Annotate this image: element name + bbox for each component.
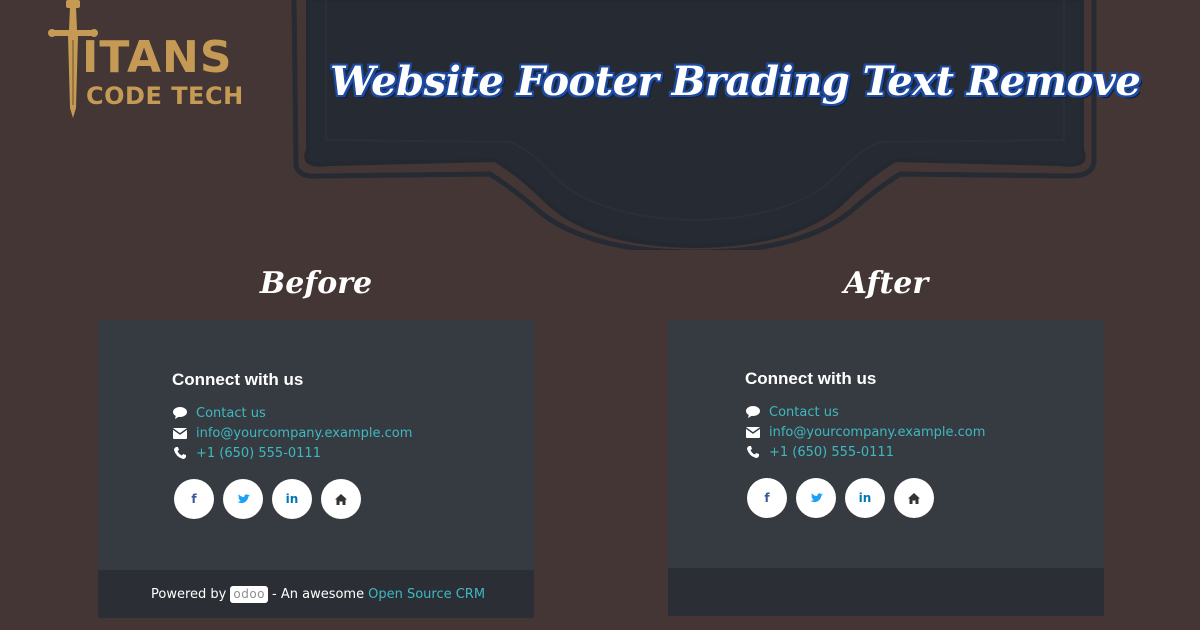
contact-text: Contact us	[769, 404, 839, 420]
home-icon[interactable]	[321, 479, 361, 519]
social-links: f in	[174, 479, 361, 519]
comment-icon	[745, 405, 761, 419]
contact-text: Contact us	[196, 405, 266, 421]
connect-title: Connect with us	[745, 369, 877, 388]
brand-logo: ITANS CODE TECH	[48, 0, 248, 122]
email-text: info@yourcompany.example.com	[196, 425, 413, 441]
home-icon[interactable]	[894, 478, 934, 518]
headline: Website Footer Brading Text Remove	[330, 58, 1141, 105]
twitter-icon[interactable]	[223, 479, 263, 519]
facebook-icon[interactable]: f	[747, 478, 787, 518]
logo-title: ITANS	[82, 32, 233, 83]
powered-by-text: Powered by odoo - An awesome Open Source…	[151, 586, 485, 603]
shield-banner	[291, 0, 1097, 250]
odoo-logo[interactable]: odoo	[230, 586, 269, 603]
email-text: info@yourcompany.example.com	[769, 424, 986, 440]
after-footer-panel: Connect with us Contact us info@yourcomp…	[668, 320, 1104, 616]
contact-us-link[interactable]: Contact us	[745, 402, 839, 422]
phone-icon	[172, 446, 188, 460]
connect-title: Connect with us	[172, 370, 304, 389]
envelope-icon	[745, 425, 761, 439]
before-label: Before	[259, 266, 373, 301]
copyright-bar: Powered by odoo - An awesome Open Source…	[98, 570, 534, 618]
twitter-icon[interactable]	[796, 478, 836, 518]
phone-text: +1 (650) 555-0111	[196, 445, 321, 461]
comment-icon	[172, 406, 188, 420]
phone-link[interactable]: +1 (650) 555-0111	[172, 443, 321, 463]
powered-prefix: Powered by	[151, 587, 227, 602]
contact-us-link[interactable]: Contact us	[172, 403, 266, 423]
envelope-icon	[172, 426, 188, 440]
before-footer-panel: Connect with us Contact us info@yourcomp…	[98, 320, 534, 618]
phone-link[interactable]: +1 (650) 555-0111	[745, 442, 894, 462]
linkedin-icon[interactable]: in	[845, 478, 885, 518]
linkedin-icon[interactable]: in	[272, 479, 312, 519]
phone-text: +1 (650) 555-0111	[769, 444, 894, 460]
logo-subtitle: CODE TECH	[86, 82, 244, 110]
email-link[interactable]: info@yourcompany.example.com	[172, 423, 412, 443]
powered-middle: - An awesome	[272, 587, 365, 602]
after-label: After	[843, 266, 929, 301]
email-link[interactable]: info@yourcompany.example.com	[745, 422, 985, 442]
phone-icon	[745, 445, 761, 459]
open-source-crm-link[interactable]: Open Source CRM	[368, 587, 485, 602]
copyright-bar-empty	[668, 568, 1104, 616]
facebook-icon[interactable]: f	[174, 479, 214, 519]
social-links: f in	[747, 478, 934, 518]
